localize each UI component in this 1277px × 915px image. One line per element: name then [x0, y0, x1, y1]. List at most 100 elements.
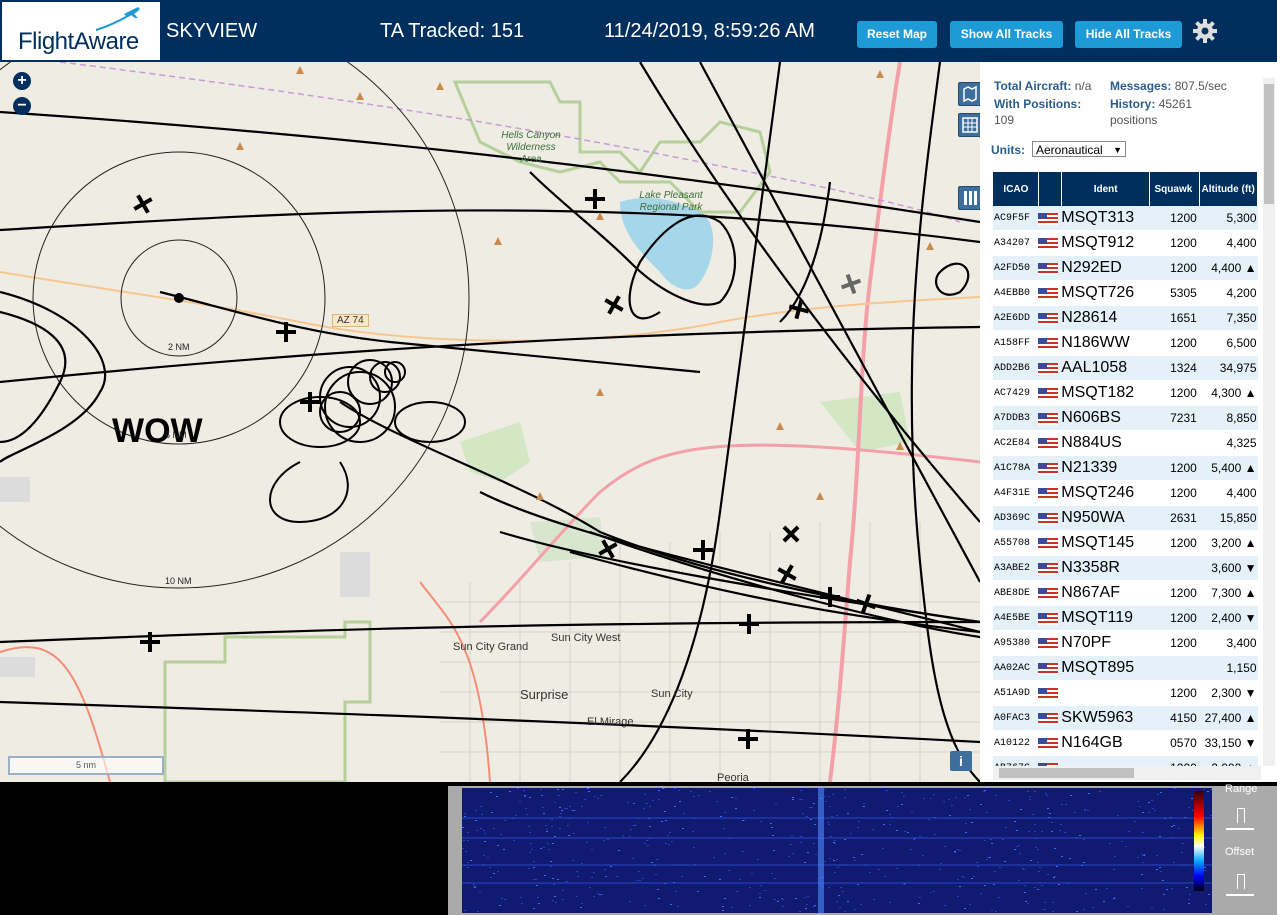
- icao-cell: AA02AC: [993, 655, 1039, 681]
- slider-handle-icon[interactable]: [1237, 808, 1245, 823]
- grid-toggle-button[interactable]: [958, 113, 980, 137]
- zoom-in-button[interactable]: +: [13, 72, 31, 90]
- us-flag-icon: [1038, 612, 1059, 625]
- ident-cell: N867AF: [1061, 580, 1150, 606]
- col-altitude[interactable]: Altitude (ft): [1199, 172, 1258, 206]
- altitude-cell: 1,150: [1199, 655, 1258, 681]
- icao-cell: AC9F5F: [993, 206, 1039, 231]
- table-row[interactable]: A1C78A N21339 1200 5,400 ▲: [993, 455, 1258, 481]
- history-label: History:: [1110, 97, 1156, 111]
- table-row[interactable]: A3ABE2 N3358R 3,600 ▼: [993, 555, 1258, 581]
- table-row[interactable]: AC7429 MSQT182 1200 4,300 ▲: [993, 380, 1258, 406]
- table-row[interactable]: A2FD50 N292ED 1200 4,400 ▲: [993, 255, 1258, 281]
- squawk-cell: 7231: [1149, 405, 1200, 431]
- ident-cell: N28614: [1061, 305, 1150, 331]
- table-row[interactable]: A10122 N164GB 0570 33,150 ▼: [993, 730, 1258, 756]
- offset-label: Offset: [1225, 846, 1255, 858]
- map-layers-button[interactable]: [958, 82, 980, 106]
- us-flag-icon: [1038, 462, 1059, 475]
- zoom-out-button[interactable]: −: [13, 97, 31, 115]
- squawk-cell: 1324: [1149, 355, 1200, 381]
- info-button[interactable]: i: [950, 751, 972, 771]
- us-flag-icon: [1038, 312, 1059, 325]
- us-flag-icon: [1038, 712, 1059, 725]
- squawk-cell: 1200: [1149, 206, 1200, 231]
- altitude-cell: 4,325: [1199, 430, 1258, 456]
- ident-cell: MSQT182: [1061, 380, 1150, 406]
- table-row[interactable]: A0FAC3 SKW5963 4150 27,400 ▲: [993, 705, 1258, 731]
- table-row[interactable]: A55708 MSQT145 1200 3,200 ▲: [993, 530, 1258, 556]
- with-positions-label: With Positions:: [994, 97, 1082, 111]
- gear-icon[interactable]: [1192, 18, 1218, 44]
- table-row[interactable]: A34207 MSQT912 1200 4,400: [993, 230, 1258, 256]
- aircraft-table-body: AC9F5F MSQT313 1200 5,300 A34207 MSQT912 1200 4…: [993, 206, 1258, 781]
- place-peoria: Peoria: [717, 772, 749, 782]
- col-ident[interactable]: Ident: [1061, 172, 1151, 206]
- table-row[interactable]: AC9F5F MSQT313 1200 5,300: [993, 206, 1258, 231]
- panel-horizontal-scroll-thumb[interactable]: [999, 768, 1134, 778]
- us-flag-icon: [1038, 212, 1059, 225]
- units-select[interactable]: Aeronautical ▼: [1032, 141, 1126, 157]
- table-row[interactable]: A4EBB0 MSQT726 5305 4,200: [993, 280, 1258, 306]
- col-squawk[interactable]: Squawk: [1149, 172, 1201, 206]
- table-row[interactable]: A4F31E MSQT246 1200 4,400: [993, 480, 1258, 506]
- units-select-value: Aeronautical: [1036, 143, 1103, 157]
- place-sun-city-west: Sun City West: [551, 632, 621, 644]
- panel-toggle-button[interactable]: [958, 186, 980, 210]
- range-slider[interactable]: [1226, 808, 1254, 830]
- col-icao[interactable]: ICAO: [993, 172, 1039, 206]
- icao-cell: AD369C: [993, 505, 1039, 531]
- waterfall-display[interactable]: [462, 788, 1212, 913]
- us-flag-icon: [1038, 262, 1059, 275]
- hide-all-tracks-button[interactable]: Hide All Tracks: [1075, 21, 1182, 48]
- table-row[interactable]: A95380 N70PF 1200 3,400: [993, 630, 1258, 656]
- altitude-cell: 2,300 ▼: [1199, 680, 1258, 706]
- app-title: SKYVIEW: [166, 20, 258, 42]
- us-flag-icon: [1038, 537, 1059, 550]
- scale-bar: 5 nm: [8, 756, 164, 775]
- table-row[interactable]: ADD2B6 AAL1058 1324 34,975: [993, 355, 1258, 381]
- table-row[interactable]: AA02AC MSQT895 1,150: [993, 655, 1258, 681]
- altitude-cell: 3,600 ▼: [1199, 555, 1258, 581]
- table-row[interactable]: ABE8DE N867AF 1200 7,300 ▲: [993, 580, 1258, 606]
- ident-cell: MSQT895: [1061, 655, 1150, 681]
- table-row[interactable]: AC2E84 N884US 4,325: [993, 430, 1258, 456]
- table-row[interactable]: AD369C N950WA 2631 15,850: [993, 505, 1258, 531]
- table-row[interactable]: A4E5BE MSQT119 1200 2,400 ▼: [993, 605, 1258, 631]
- ident-cell: N3358R: [1061, 555, 1150, 581]
- squawk-cell: [1149, 555, 1200, 581]
- flag-cell: [1038, 505, 1062, 531]
- flag-cell: [1038, 355, 1062, 381]
- table-row[interactable]: A7DDB3 N606BS 7231 8,850: [993, 405, 1258, 431]
- col-flag[interactable]: [1038, 172, 1062, 206]
- icao-cell: A1C78A: [993, 455, 1039, 481]
- ident-cell: N884US: [1061, 430, 1150, 456]
- flightaware-logo[interactable]: FlightAware: [2, 2, 160, 60]
- aircraft-panel: Total Aircraft: n/a Messages: 807.5/sec …: [980, 62, 1277, 782]
- slider-handle-icon[interactable]: [1237, 874, 1245, 889]
- panel-vertical-scroll-thumb[interactable]: [1264, 84, 1274, 204]
- flag-cell: [1038, 255, 1062, 281]
- table-row[interactable]: A158FF N186WW 1200 6,500: [993, 330, 1258, 356]
- altitude-cell: 7,300 ▲: [1199, 580, 1258, 606]
- squawk-cell: 1200: [1149, 255, 1200, 281]
- aircraft-table: ICAO Ident Squawk Altitude (ft) AC9F5F MS…: [993, 172, 1258, 781]
- us-flag-icon: [1038, 337, 1059, 350]
- ident-cell: AAL1058: [1061, 355, 1150, 381]
- us-flag-icon: [1038, 737, 1059, 750]
- reset-map-button[interactable]: Reset Map: [857, 21, 937, 48]
- map-canvas[interactable]: WOW 2 NM 5 NM 10 NM Hells Canyon Wildern…: [0, 62, 980, 782]
- altitude-cell: 4,400 ▲: [1199, 255, 1258, 281]
- flag-cell: [1038, 280, 1062, 306]
- icao-cell: A0FAC3: [993, 705, 1039, 731]
- squawk-cell: 4150: [1149, 705, 1200, 731]
- map-icon: [963, 85, 977, 103]
- icao-cell: A7DDB3: [993, 405, 1039, 431]
- offset-slider[interactable]: [1226, 874, 1254, 896]
- table-row[interactable]: A51A9D 1200 2,300 ▼: [993, 680, 1258, 706]
- ident-cell: MSQT313: [1061, 206, 1150, 231]
- icao-cell: AC2E84: [993, 430, 1039, 456]
- show-all-tracks-button[interactable]: Show All Tracks: [950, 21, 1063, 48]
- table-row[interactable]: A2E6DD N28614 1651 7,350: [993, 305, 1258, 331]
- us-flag-icon: [1038, 387, 1059, 400]
